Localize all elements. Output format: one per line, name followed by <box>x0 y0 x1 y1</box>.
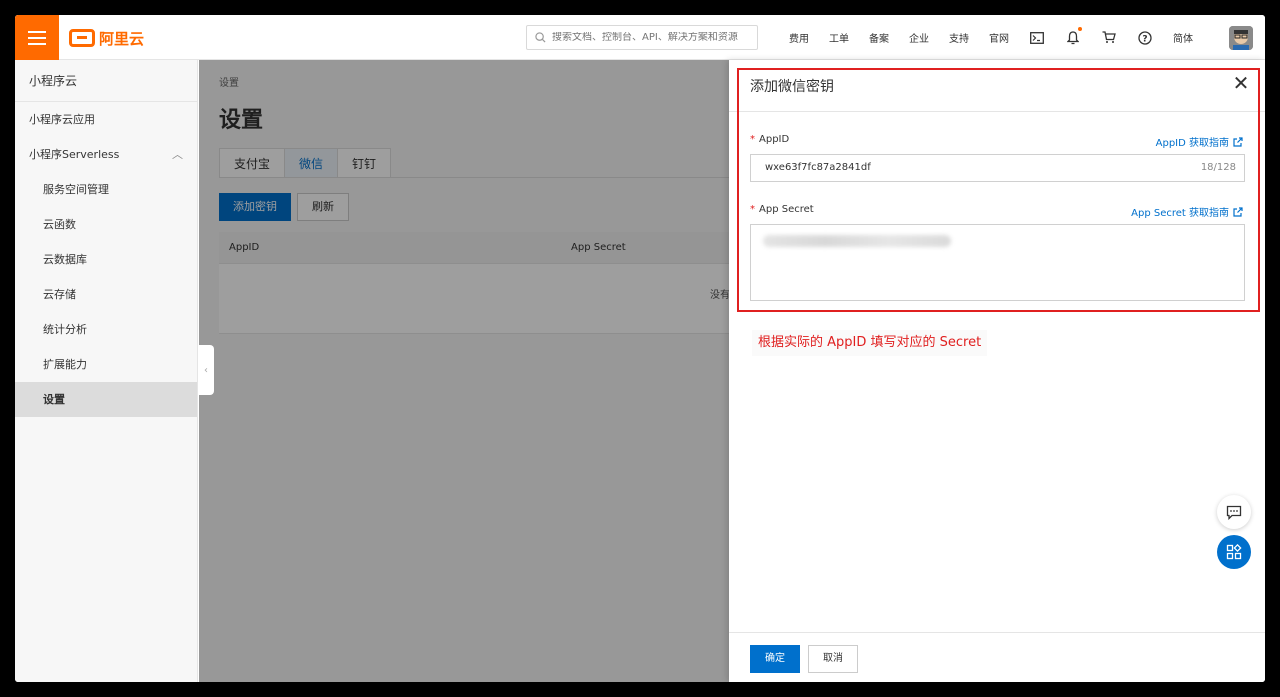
close-icon[interactable]: ✕ <box>1231 73 1251 94</box>
brand-logo[interactable]: 阿里云 <box>69 26 144 50</box>
nav-item-support[interactable]: 支持 <box>939 30 979 45</box>
appid-char-count: 18/128 <box>1200 162 1236 173</box>
drawer-header: 添加微信密钥 ✕ <box>729 60 1265 112</box>
appid-label: * AppID <box>750 134 790 145</box>
search-input[interactable] <box>552 32 747 43</box>
appid-input[interactable]: wxe63f7fc87a2841df 18/128 <box>750 154 1245 182</box>
sidebar-item-extensions[interactable]: 扩展能力 <box>15 347 197 382</box>
nav-item-fee[interactable]: 费用 <box>779 30 819 45</box>
notification-dot <box>1078 27 1082 31</box>
sidebar-item-space-management[interactable]: 服务空间管理 <box>15 172 197 207</box>
add-wechat-key-drawer: 添加微信密钥 ✕ * AppID AppID 获取指南 wxe63f7fc87a2… <box>729 60 1265 682</box>
nav-item-official[interactable]: 官网 <box>979 30 1019 45</box>
svg-text:?: ? <box>1142 34 1147 44</box>
avatar[interactable] <box>1229 26 1253 50</box>
annotation-text: 根据实际的 AppID 填写对应的 Secret <box>752 330 988 356</box>
sidebar-item-cloud-database[interactable]: 云数据库 <box>15 242 197 277</box>
chevron-up-icon: ︿ <box>172 148 183 161</box>
apps-icon[interactable] <box>1217 535 1251 569</box>
nav-item-enterprise[interactable]: 企业 <box>899 30 939 45</box>
top-bar: 阿里云 费用 工单 备案 企业 支持 官网 ? <box>15 15 1265 60</box>
top-nav: 费用 工单 备案 企业 支持 官网 ? 简体 <box>779 15 1203 60</box>
app-secret-label: * App Secret <box>750 204 814 215</box>
brand-mark-icon <box>69 29 95 47</box>
sidebar-item-label: 服务空间管理 <box>43 183 109 196</box>
menu-icon[interactable] <box>15 15 59 60</box>
external-link-icon <box>1233 136 1243 147</box>
drawer-footer: 确定 取消 <box>729 632 1265 682</box>
sidebar-item-label: 小程序云应用 <box>29 113 95 126</box>
sidebar-item-label: 统计分析 <box>43 323 87 336</box>
sidebar-item-label: 扩展能力 <box>43 358 87 371</box>
language-switch[interactable]: 简体 <box>1163 30 1203 45</box>
sidebar-item-label: 小程序Serverless <box>29 148 120 161</box>
sidebar: 小程序云 小程序云应用 小程序Serverless ︿ 服务空间管理 云函数 云数… <box>15 60 198 682</box>
sidebar-item-mini-app-cloud[interactable]: 小程序云应用 <box>15 102 197 137</box>
sidebar-item-label: 云函数 <box>43 218 76 231</box>
cart-icon[interactable] <box>1091 15 1127 60</box>
sidebar-title: 小程序云 <box>15 60 197 102</box>
terminal-icon[interactable] <box>1019 15 1055 60</box>
sidebar-item-cloud-storage[interactable]: 云存储 <box>15 277 197 312</box>
confirm-button[interactable]: 确定 <box>750 645 800 673</box>
sidebar-item-settings[interactable]: 设置 <box>15 382 197 417</box>
sidebar-item-label: 云存储 <box>43 288 76 301</box>
app-secret-textarea[interactable] <box>750 224 1245 301</box>
app-window: 阿里云 费用 工单 备案 企业 支持 官网 ? <box>15 15 1265 682</box>
search-box[interactable] <box>526 25 758 50</box>
sidebar-item-serverless[interactable]: 小程序Serverless ︿ <box>15 137 197 172</box>
required-mark: * <box>750 134 755 145</box>
search-icon <box>535 32 546 43</box>
appid-guide-link[interactable]: AppID 获取指南 <box>1156 134 1243 149</box>
sidebar-item-label: 设置 <box>43 393 65 406</box>
modal-overlay[interactable] <box>199 60 729 682</box>
appid-value: wxe63f7fc87a2841df <box>765 162 871 173</box>
cancel-button[interactable]: 取消 <box>808 645 858 673</box>
nav-item-ticket[interactable]: 工单 <box>819 30 859 45</box>
nav-item-icp[interactable]: 备案 <box>859 30 899 45</box>
brand-name: 阿里云 <box>99 29 145 48</box>
bell-icon[interactable] <box>1055 15 1091 60</box>
app-secret-guide-link[interactable]: App Secret 获取指南 <box>1131 204 1243 219</box>
sidebar-item-analytics[interactable]: 统计分析 <box>15 312 197 347</box>
sidebar-collapse-handle[interactable]: ‹ <box>198 345 214 395</box>
chat-icon[interactable] <box>1217 495 1251 529</box>
drawer-title: 添加微信密钥 <box>750 79 834 95</box>
help-icon[interactable]: ? <box>1127 15 1163 60</box>
sidebar-item-label: 云数据库 <box>43 253 87 266</box>
external-link-icon <box>1233 206 1243 217</box>
chevron-left-icon: ‹ <box>204 364 208 376</box>
required-mark: * <box>750 204 755 215</box>
redacted-secret <box>763 235 951 247</box>
sidebar-item-cloud-functions[interactable]: 云函数 <box>15 207 197 242</box>
